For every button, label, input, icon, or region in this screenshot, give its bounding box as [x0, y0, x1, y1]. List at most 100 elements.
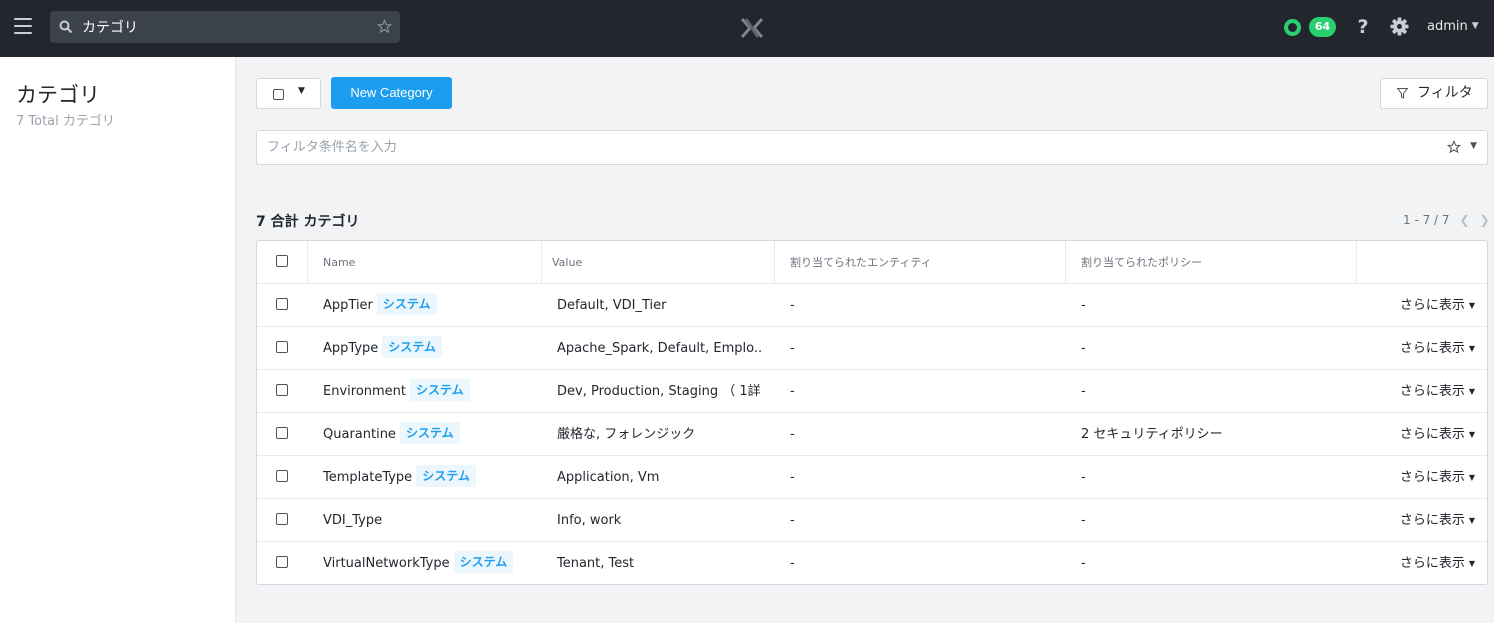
system-tag: システム — [382, 336, 442, 358]
category-value: 厳格な, フォレンジック — [557, 427, 696, 442]
page-subtitle: 7 Total カテゴリ — [16, 114, 115, 129]
assigned-entities: - — [790, 298, 795, 313]
bulk-select-checkbox[interactable] — [273, 89, 284, 100]
table-row[interactable]: VDI_Type Info, work - - さらに表示 ▼ — [257, 499, 1487, 542]
show-more-dropdown[interactable]: さらに表示 ▼ — [1400, 542, 1475, 585]
hamburger-menu-icon[interactable] — [14, 18, 32, 34]
table-row[interactable]: Quarantine システム 厳格な, フォレンジック - 2 セキュリティポリ… — [257, 413, 1487, 456]
category-value: Application, Vm — [557, 470, 660, 485]
assigned-policies: - — [1081, 341, 1086, 356]
row-checkbox[interactable] — [276, 427, 288, 439]
table-row[interactable]: Environment システム Dev, Production, Staging… — [257, 370, 1487, 413]
table-row[interactable]: AppTier システム Default, VDI_Tier - - さらに表示 ▼ — [257, 284, 1487, 327]
user-name: admin — [1427, 19, 1468, 34]
nutanix-logo-icon — [740, 18, 764, 38]
top-navigation-bar: 64 ? admin▼ — [0, 0, 1494, 57]
row-checkbox[interactable] — [276, 470, 288, 482]
new-category-button[interactable]: New Category — [331, 77, 452, 109]
search-icon — [59, 20, 73, 34]
filter-button[interactable]: フィルタ — [1380, 78, 1488, 109]
alerts-count-badge[interactable]: 64 — [1309, 17, 1336, 37]
assigned-policies: - — [1081, 556, 1086, 571]
chevron-left-icon[interactable]: ❮ — [1460, 213, 1470, 227]
show-more-label: さらに表示 — [1399, 470, 1465, 485]
filter-input[interactable] — [267, 131, 1427, 164]
assigned-policies: - — [1081, 470, 1086, 485]
filter-funnel-icon — [1397, 88, 1408, 99]
category-name-cell: AppTier システム — [323, 284, 437, 327]
system-tag: システム — [399, 422, 460, 444]
show-more-dropdown[interactable]: さらに表示 ▼ — [1400, 284, 1475, 327]
table-row[interactable]: TemplateType システム Application, Vm - - さらに… — [257, 456, 1487, 499]
category-name[interactable]: Quarantine — [323, 427, 396, 442]
show-more-dropdown[interactable]: さらに表示 ▼ — [1400, 370, 1475, 413]
table-row[interactable]: VirtualNetworkType システム Tenant, Test - - … — [257, 542, 1487, 585]
category-name[interactable]: VDI_Type — [323, 513, 382, 528]
show-more-label: さらに表示 — [1399, 513, 1465, 528]
show-more-label: さらに表示 — [1399, 341, 1465, 356]
column-header-policies[interactable]: 割り当てられたポリシー — [1066, 241, 1357, 284]
category-name[interactable]: TemplateType — [323, 470, 412, 485]
column-header-name[interactable]: Name — [308, 241, 542, 284]
category-name-cell: VDI_Type — [323, 499, 382, 542]
show-more-label: さらに表示 — [1399, 298, 1465, 313]
system-tag: システム — [453, 551, 514, 573]
global-search-input[interactable] — [82, 11, 372, 43]
show-more-dropdown[interactable]: さらに表示 ▼ — [1400, 499, 1475, 542]
category-name-cell: TemplateType システム — [323, 456, 476, 499]
chevron-down-icon[interactable]: ▼ — [1470, 141, 1477, 151]
category-name[interactable]: Environment — [323, 384, 406, 399]
show-more-label: さらに表示 — [1399, 556, 1465, 571]
settings-gear-icon[interactable] — [1390, 17, 1409, 36]
category-name[interactable]: AppTier — [323, 298, 373, 313]
help-icon[interactable]: ? — [1355, 15, 1371, 39]
global-search-box[interactable] — [50, 11, 400, 43]
assigned-policies: - — [1081, 384, 1086, 399]
category-value: Tenant, Test — [557, 556, 635, 571]
filter-bar: ▼ — [256, 130, 1488, 165]
show-more-dropdown[interactable]: さらに表示 ▼ — [1400, 413, 1475, 456]
assigned-entities: - — [790, 470, 795, 485]
chevron-down-icon: ▼ — [1468, 387, 1475, 396]
show-more-dropdown[interactable]: さらに表示 ▼ — [1400, 456, 1475, 499]
chevron-down-icon: ▼ — [1471, 21, 1479, 31]
row-checkbox[interactable] — [276, 298, 288, 310]
category-value: Info, work — [557, 513, 622, 528]
row-checkbox[interactable] — [276, 556, 288, 568]
table-header-row: Name Value 割り当てられたエンティティ 割り当てられたポリシー — [257, 241, 1487, 284]
main-content: ▼ New Category フィルタ ▼ 7 合計 カテゴリ 1 - 7 / … — [236, 57, 1494, 623]
row-checkbox[interactable] — [276, 384, 288, 396]
assigned-policies: - — [1081, 513, 1086, 528]
category-value: Dev, Production, Staging （ 1詳... — [557, 384, 762, 399]
row-checkbox[interactable] — [276, 513, 288, 525]
column-header-entities[interactable]: 割り当てられたエンティティ — [775, 241, 1066, 284]
pagination: 1 - 7 / 7 ❮ ❯ — [1403, 213, 1490, 227]
filter-button-label: フィルタ — [1417, 85, 1473, 101]
header-select-cell — [257, 241, 308, 284]
chevron-right-icon[interactable]: ❯ — [1480, 213, 1490, 227]
table-row[interactable]: AppType システム Apache_Spark, Default, Emplo… — [257, 327, 1487, 370]
assigned-entities: - — [790, 341, 795, 356]
bulk-select-dropdown[interactable]: ▼ — [256, 78, 321, 109]
assigned-policies[interactable]: 2 セキュリティポリシー — [1081, 413, 1223, 456]
user-menu[interactable]: admin ▼ — [1427, 19, 1479, 34]
assigned-entities: - — [790, 427, 795, 442]
category-name[interactable]: AppType — [323, 341, 378, 356]
category-name-cell: Quarantine システム — [323, 413, 460, 456]
left-summary-panel: カテゴリ 7 Total カテゴリ — [0, 57, 236, 623]
row-checkbox[interactable] — [276, 341, 288, 353]
list-count-title: 7 合計 カテゴリ — [256, 214, 360, 230]
category-name-cell: Environment システム — [323, 370, 470, 413]
category-value: Default, VDI_Tier — [557, 298, 667, 313]
categories-table: Name Value 割り当てられたエンティティ 割り当てられたポリシー App… — [256, 240, 1488, 585]
save-filter-star-icon[interactable] — [1447, 140, 1461, 154]
column-header-value[interactable]: Value — [542, 241, 775, 284]
favorite-star-icon[interactable] — [377, 19, 392, 34]
system-tag: システム — [376, 293, 437, 315]
category-name[interactable]: VirtualNetworkType — [323, 556, 450, 571]
show-more-dropdown[interactable]: さらに表示 ▼ — [1400, 327, 1475, 370]
assigned-entities: - — [790, 556, 795, 571]
assigned-entities: - — [790, 384, 795, 399]
select-all-checkbox[interactable] — [276, 255, 288, 267]
health-status-icon[interactable] — [1284, 19, 1301, 36]
